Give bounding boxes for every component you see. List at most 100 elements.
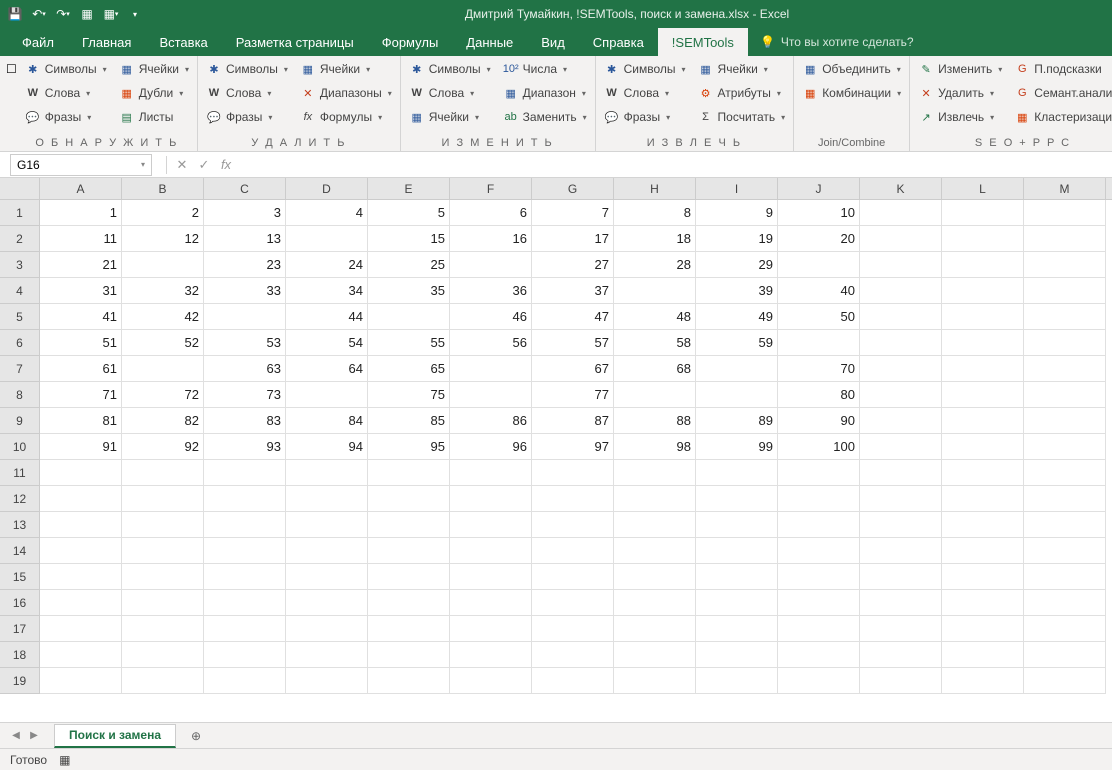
cell[interactable]: 6 (450, 200, 532, 226)
seo-edit-button[interactable]: ✎Изменить▾ (914, 58, 1006, 80)
cell[interactable] (860, 642, 942, 668)
cell[interactable] (1024, 642, 1106, 668)
delete-symbols-button[interactable]: ✱Символы▾ (202, 58, 292, 80)
cell[interactable] (1024, 226, 1106, 252)
change-numbers-button[interactable]: 10²Числа▾ (499, 58, 591, 80)
cell[interactable] (696, 538, 778, 564)
cell[interactable] (450, 512, 532, 538)
cell[interactable] (286, 564, 368, 590)
cell[interactable] (204, 564, 286, 590)
cell[interactable] (942, 304, 1024, 330)
cell[interactable] (204, 304, 286, 330)
cell[interactable] (778, 642, 860, 668)
row-header[interactable]: 11 (0, 460, 40, 486)
insert-function-button[interactable]: fx (215, 154, 237, 176)
cell[interactable]: 91 (40, 434, 122, 460)
undo-button[interactable]: ↶▾ (28, 3, 50, 25)
qat-custom1-button[interactable]: ▦ (76, 3, 98, 25)
cell[interactable]: 13 (204, 226, 286, 252)
cell[interactable] (122, 486, 204, 512)
delete-words-button[interactable]: WСлова▾ (202, 82, 292, 104)
cell[interactable] (286, 226, 368, 252)
cell[interactable]: 18 (614, 226, 696, 252)
cell[interactable]: 23 (204, 252, 286, 278)
cell[interactable]: 7 (532, 200, 614, 226)
name-box[interactable]: G16▾ (10, 154, 152, 176)
cell[interactable] (614, 642, 696, 668)
cell[interactable]: 12 (122, 226, 204, 252)
seo-semant-button[interactable]: GСемант.анализ▾ (1010, 82, 1112, 104)
cell[interactable] (860, 278, 942, 304)
change-symbols-button[interactable]: ✱Символы▾ (405, 58, 495, 80)
cell[interactable]: 80 (778, 382, 860, 408)
cell[interactable] (122, 252, 204, 278)
cell[interactable] (368, 564, 450, 590)
row-header[interactable]: 19 (0, 668, 40, 694)
cell[interactable]: 75 (368, 382, 450, 408)
tab-semtools[interactable]: !SEMTools (658, 28, 748, 56)
column-header[interactable]: H (614, 178, 696, 199)
cell[interactable] (450, 538, 532, 564)
cell[interactable] (860, 226, 942, 252)
cell[interactable] (1024, 668, 1106, 694)
cell[interactable] (368, 616, 450, 642)
cell[interactable] (40, 616, 122, 642)
cell[interactable] (122, 512, 204, 538)
cell[interactable] (532, 668, 614, 694)
tab-file[interactable]: Файл (8, 28, 68, 56)
sheet-prev-button[interactable]: ◀ (8, 728, 24, 744)
cell[interactable]: 1 (40, 200, 122, 226)
cell[interactable]: 37 (532, 278, 614, 304)
cell[interactable] (368, 460, 450, 486)
cell[interactable] (1024, 304, 1106, 330)
cell[interactable] (450, 642, 532, 668)
cell[interactable]: 85 (368, 408, 450, 434)
cell[interactable]: 52 (122, 330, 204, 356)
tab-layout[interactable]: Разметка страницы (222, 28, 368, 56)
cell[interactable]: 29 (696, 252, 778, 278)
cell[interactable] (942, 408, 1024, 434)
cell[interactable]: 100 (778, 434, 860, 460)
cell[interactable]: 56 (450, 330, 532, 356)
cell[interactable]: 94 (286, 434, 368, 460)
detect-words-button[interactable]: WСлова▾ (21, 82, 111, 104)
cell[interactable] (532, 538, 614, 564)
row-header[interactable]: 8 (0, 382, 40, 408)
delete-formulas-button[interactable]: fxФормулы▾ (296, 106, 396, 128)
cell[interactable] (532, 512, 614, 538)
cell[interactable] (942, 278, 1024, 304)
cell[interactable]: 93 (204, 434, 286, 460)
cell[interactable]: 65 (368, 356, 450, 382)
cell[interactable]: 20 (778, 226, 860, 252)
redo-button[interactable]: ↷▾ (52, 3, 74, 25)
cell[interactable]: 54 (286, 330, 368, 356)
change-words-button[interactable]: WСлова▾ (405, 82, 495, 104)
cell[interactable] (696, 382, 778, 408)
cell[interactable] (614, 512, 696, 538)
cell[interactable] (860, 564, 942, 590)
cell[interactable] (204, 512, 286, 538)
cell[interactable] (860, 356, 942, 382)
cell[interactable] (860, 200, 942, 226)
cell[interactable]: 2 (122, 200, 204, 226)
extract-attrs-button[interactable]: ⚙Атрибуты▾ (694, 82, 790, 104)
cell[interactable]: 8 (614, 200, 696, 226)
cell[interactable]: 92 (122, 434, 204, 460)
row-header[interactable]: 1 (0, 200, 40, 226)
cell[interactable] (614, 278, 696, 304)
cell[interactable] (778, 538, 860, 564)
cell[interactable] (614, 460, 696, 486)
cell[interactable] (860, 538, 942, 564)
cell[interactable]: 58 (614, 330, 696, 356)
cell[interactable] (204, 460, 286, 486)
cell[interactable] (122, 460, 204, 486)
cell[interactable]: 24 (286, 252, 368, 278)
cell[interactable] (368, 642, 450, 668)
cell[interactable] (942, 330, 1024, 356)
detect-symbols-button[interactable]: ✱Символы▾ (21, 58, 111, 80)
cell[interactable]: 53 (204, 330, 286, 356)
seo-cluster-button[interactable]: ▦Кластеризация (1010, 106, 1112, 128)
cell[interactable] (450, 590, 532, 616)
cell[interactable]: 57 (532, 330, 614, 356)
row-header[interactable]: 18 (0, 642, 40, 668)
